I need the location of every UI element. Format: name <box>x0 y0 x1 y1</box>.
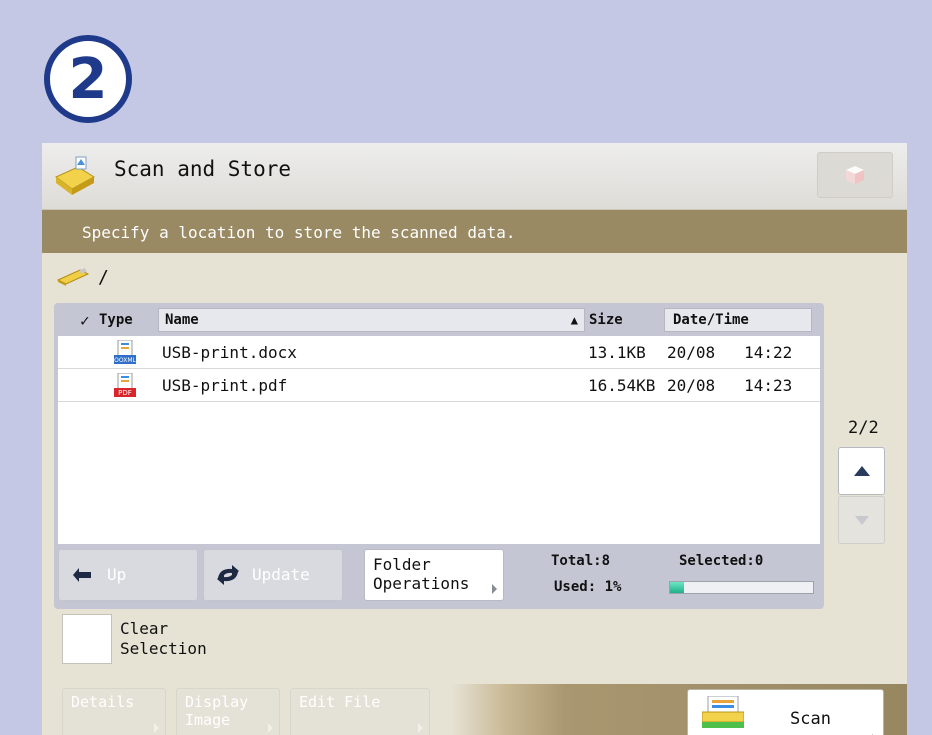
pdf-file-icon: PDF <box>114 373 136 397</box>
name-column-label: Name <box>165 312 199 328</box>
usage-bar-fill <box>670 582 685 593</box>
chevron-right-icon <box>268 723 273 733</box>
total-count: Total:8 <box>551 553 611 569</box>
file-list: ✓ Type Name ▲ Size Date/Time OOXML USB-p… <box>54 303 824 609</box>
select-all-checkmark-icon[interactable]: ✓ <box>80 308 90 332</box>
up-button[interactable]: Up <box>58 549 198 601</box>
usb-memory-icon <box>56 268 90 286</box>
file-datetime: 20/08 14:22 <box>667 343 792 362</box>
chevron-right-icon <box>492 584 497 594</box>
usage-bar <box>669 581 814 594</box>
file-time: 14:23 <box>744 376 793 395</box>
used-percentage: Used: 1% <box>554 579 622 595</box>
file-rows: OOXML USB-print.docx 13.1KB 20/08 14:22 … <box>58 336 820 544</box>
display-image-button: Display Image <box>176 688 280 735</box>
cube-icon <box>846 166 864 184</box>
update-button[interactable]: Update <box>203 549 343 601</box>
scan-and-store-panel: Scan and Store Specify a location to sto… <box>42 143 907 735</box>
chevron-right-icon <box>154 723 159 733</box>
file-size: 13.1KB <box>588 343 646 362</box>
path-label: / <box>98 266 109 288</box>
file-row[interactable]: OOXML USB-print.docx 13.1KB 20/08 14:22 <box>58 336 820 369</box>
name-column-header[interactable]: Name ▲ <box>158 308 585 332</box>
scan-button-label: Scan <box>790 709 831 729</box>
edit-file-button-label: Edit File <box>299 693 381 711</box>
sort-ascending-icon: ▲ <box>570 313 578 327</box>
page-up-button[interactable] <box>838 447 885 495</box>
folder-operations-button[interactable]: Folder Operations <box>364 549 504 601</box>
svg-text:PDF: PDF <box>118 389 132 397</box>
clear-selection-button[interactable] <box>62 614 112 664</box>
display-image-label: Display Image <box>185 693 249 729</box>
svg-text:OOXML: OOXML <box>114 357 136 364</box>
file-row[interactable]: PDF USB-print.pdf 16.54KB 20/08 14:23 <box>58 369 820 402</box>
file-name: USB-print.pdf <box>162 376 288 395</box>
scan-and-store-icon <box>55 156 95 195</box>
page-indicator: 2/2 <box>848 418 879 438</box>
edit-file-button: Edit File <box>290 688 430 735</box>
page-title: Scan and Store <box>114 157 292 181</box>
title-bar: Scan and Store <box>42 143 907 210</box>
instruction-bar: Specify a location to store the scanned … <box>42 210 907 253</box>
current-path: / <box>56 263 109 291</box>
details-button: Details <box>62 688 166 735</box>
refresh-icon <box>217 565 239 585</box>
datetime-column-header[interactable]: Date/Time <box>664 308 812 332</box>
up-arrow-icon <box>73 568 91 582</box>
file-datetime: 20/08 14:23 <box>667 376 792 395</box>
details-button-label: Details <box>71 693 135 711</box>
file-date: 20/08 <box>667 343 716 362</box>
update-button-label: Update <box>252 565 310 584</box>
scan-button[interactable]: Scan <box>687 689 884 735</box>
menu-shortcut-button[interactable] <box>817 152 893 198</box>
scanner-icon <box>702 696 744 728</box>
type-column-header: Type <box>99 312 133 328</box>
file-size: 16.54KB <box>588 376 656 395</box>
step-number-badge: 2 <box>44 35 132 123</box>
file-date: 20/08 <box>667 376 716 395</box>
file-time: 14:22 <box>744 343 793 362</box>
file-name: USB-print.docx <box>162 343 297 362</box>
page-down-button <box>838 496 885 544</box>
up-button-label: Up <box>107 565 127 584</box>
chevron-right-icon <box>418 723 423 733</box>
triangle-down-icon <box>854 515 869 525</box>
folder-operations-label: Folder Operations <box>373 555 470 593</box>
selected-count: Selected:0 <box>679 553 764 569</box>
size-column-header: Size <box>589 312 623 328</box>
triangle-up-icon <box>853 466 870 476</box>
clear-selection-label: Clear Selection <box>120 619 207 658</box>
docx-file-icon: OOXML <box>114 340 136 364</box>
